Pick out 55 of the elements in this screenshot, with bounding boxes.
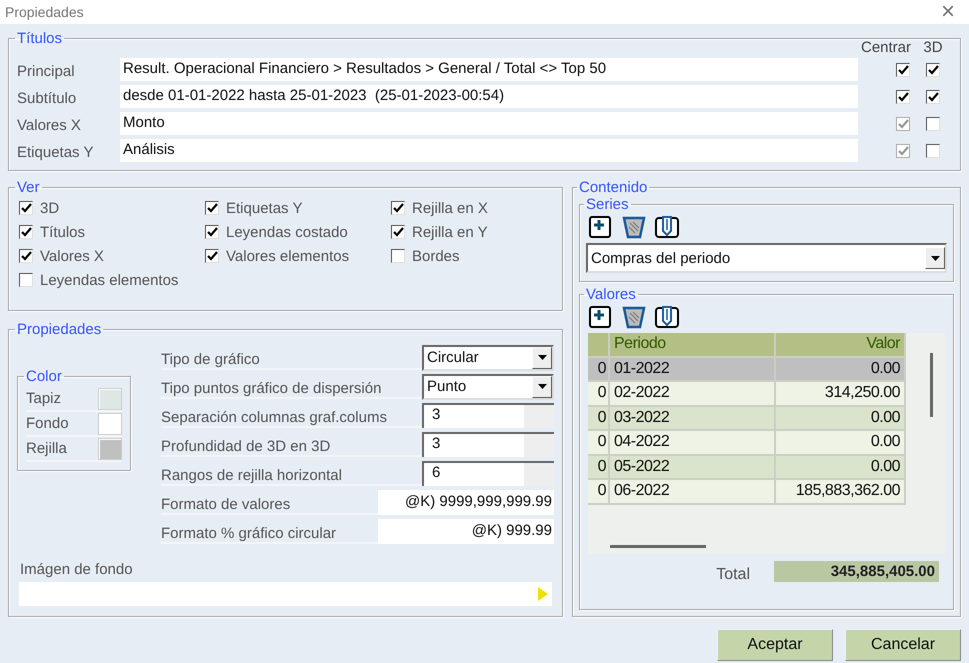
checkbox-label: Bordes	[412, 248, 460, 264]
dropdown[interactable]: Compras del periodo	[586, 243, 947, 273]
column-header: Centrar	[860, 39, 912, 56]
field-label: Valores X	[17, 117, 82, 134]
group-title: Series	[585, 196, 630, 213]
checkbox-label: Rejilla en Y	[412, 224, 488, 240]
group-title: Contenido	[578, 179, 648, 196]
field-label: Tipo de gráfico	[161, 345, 422, 370]
checkbox-label: Títulos	[40, 224, 86, 240]
dialog-button[interactable]: Aceptar	[717, 629, 833, 661]
color-label: Rejilla	[26, 440, 67, 457]
column-header: 3D	[922, 39, 944, 56]
input-field[interactable]: desde 01-01-2022 hasta 25-01-2023 (25-01-2023-00:54)	[120, 85, 858, 108]
group-title: Valores	[585, 286, 637, 303]
field-label: Rangos de rejilla horizontal	[161, 461, 422, 486]
checkbox-label: Valores elementos	[226, 248, 350, 264]
number-field[interactable]: 3	[422, 432, 554, 457]
dropdown[interactable]: Punto	[422, 374, 554, 400]
input-field[interactable]: @K) 9999,999,999.99	[378, 490, 554, 515]
total-label: Total	[716, 564, 750, 584]
input-field[interactable]: Análisis	[120, 139, 858, 162]
input-field[interactable]: Result. Operacional Financiero > Resultados > General / Total <> Top 50	[120, 58, 858, 81]
number-field[interactable]: 6	[422, 461, 554, 486]
field-label: Imágen de fondo	[20, 561, 134, 578]
checkbox-label: Etiquetas Y	[226, 200, 302, 216]
dialog-button[interactable]: Cancelar	[845, 629, 961, 661]
group-title: Títulos	[16, 30, 64, 47]
checkbox-label: Leyendas elementos	[40, 272, 178, 288]
window-title: Propiedades	[5, 4, 84, 20]
table-cell: 0	[588, 480, 610, 504]
checkbox-label: 3D	[40, 200, 60, 216]
table-cell: 185,883,362.00	[776, 480, 906, 504]
input-field[interactable]: @K) 999.99	[378, 519, 554, 544]
field-label: Tipo puntos gráfico de dispersión	[161, 374, 422, 399]
checkbox-label: Valores X	[40, 248, 104, 264]
checkbox-label: Rejilla en X	[412, 200, 488, 216]
field-label: Etiquetas Y	[17, 144, 94, 161]
input-field[interactable]: Monto	[120, 112, 858, 135]
field-label: Subtítulo	[17, 90, 78, 107]
field-label: Principal	[17, 63, 76, 80]
checkbox-label: Leyendas costado	[226, 224, 348, 240]
table-cell: 06-2022	[610, 480, 776, 504]
field-label: Formato de valores	[161, 490, 378, 515]
field-label: Profundidad de 3D en 3D	[161, 432, 422, 457]
total-value: 345,885,405.00	[774, 561, 939, 582]
field-label: Formato % gráfico circular	[161, 519, 378, 544]
dropdown[interactable]: Circular	[422, 344, 554, 370]
group-title: Propiedades	[16, 321, 102, 338]
number-field[interactable]: 3	[422, 403, 554, 428]
close-button[interactable]: ×	[934, 0, 961, 24]
field-label: Separación columnas graf.colums	[161, 403, 422, 428]
color-label: Fondo	[26, 415, 69, 432]
group-title: Color	[25, 368, 63, 385]
color-label: Tapiz	[26, 390, 62, 407]
group-title: Ver	[16, 179, 41, 196]
